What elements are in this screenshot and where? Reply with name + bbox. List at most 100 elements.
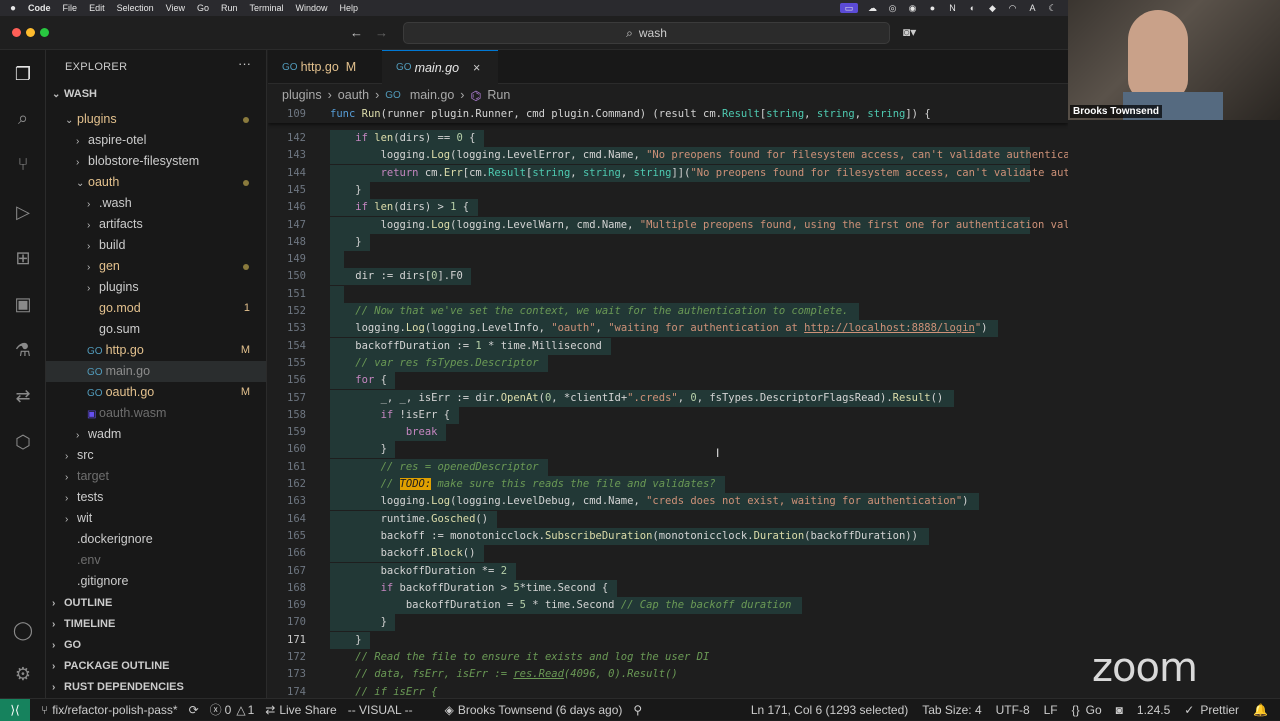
git-branch[interactable]: fix/refactor-polish-pass* bbox=[52, 703, 177, 717]
close-tab-icon[interactable]: × bbox=[473, 61, 480, 75]
copilot-icon[interactable]: ◙▾ bbox=[903, 25, 916, 39]
notifications-icon[interactable]: 🔔 bbox=[1253, 703, 1268, 717]
shield-icon[interactable]: ◉ bbox=[907, 3, 918, 13]
code-line: logging.Log(logging.LevelError, cmd.Name… bbox=[330, 149, 1068, 162]
tab-main-go[interactable]: GO main.go × bbox=[382, 50, 498, 84]
live-share-button[interactable]: Live Share bbox=[279, 703, 336, 717]
tree-item[interactable]: › gen bbox=[46, 256, 266, 277]
sidebar-section[interactable]: › PACKAGE OUTLINE bbox=[46, 656, 266, 677]
zoom-icon[interactable]: ⚲ bbox=[633, 703, 642, 717]
tree-item[interactable]: go.sum bbox=[46, 319, 266, 340]
tree-item[interactable]: › blobstore-filesystem bbox=[46, 151, 266, 172]
network-icon[interactable]: ◎ bbox=[887, 3, 898, 13]
language-mode[interactable]: Go bbox=[1086, 703, 1102, 717]
section-title: PACKAGE OUTLINE bbox=[64, 660, 170, 672]
tree-item[interactable]: GO http.go M bbox=[46, 340, 266, 361]
close-window-button[interactable] bbox=[12, 28, 21, 37]
run-debug-icon[interactable]: ▷ bbox=[11, 200, 35, 224]
tree-item[interactable]: ⌄ plugins bbox=[46, 109, 266, 130]
prettier-status[interactable]: Prettier bbox=[1200, 703, 1239, 717]
tree-item[interactable]: › artifacts bbox=[46, 214, 266, 235]
night-icon[interactable]: ☾ bbox=[1047, 3, 1058, 13]
wifi-icon[interactable]: ◠ bbox=[1007, 3, 1018, 13]
tab-size[interactable]: Tab Size: 4 bbox=[922, 703, 981, 717]
sidebar-section[interactable]: › TIMELINE bbox=[46, 614, 266, 635]
cursor-position[interactable]: Ln 171, Col 6 (1293 selected) bbox=[751, 703, 908, 717]
tree-item[interactable]: › aspire-otel bbox=[46, 130, 266, 151]
menu-view[interactable]: View bbox=[166, 3, 185, 13]
remote-indicator-icon[interactable]: ⟩⟨ bbox=[0, 698, 30, 721]
tree-item[interactable]: .env bbox=[46, 550, 266, 571]
tree-item[interactable]: › .wash bbox=[46, 193, 266, 214]
breadcrumb-item[interactable]: oauth bbox=[338, 88, 369, 102]
menu-file[interactable]: File bbox=[63, 3, 78, 13]
forward-arrow-icon[interactable]: → bbox=[375, 25, 388, 40]
tree-item[interactable]: .dockerignore bbox=[46, 529, 266, 550]
encoding[interactable]: UTF-8 bbox=[996, 703, 1030, 717]
tree-item[interactable]: go.mod 1 bbox=[46, 298, 266, 319]
menu-go[interactable]: Go bbox=[197, 3, 209, 13]
menu-selection[interactable]: Selection bbox=[117, 3, 154, 13]
go-version[interactable]: 1.24.5 bbox=[1137, 703, 1170, 717]
breadcrumb-item[interactable]: plugins bbox=[282, 88, 322, 102]
screen-share-icon[interactable]: ▭ bbox=[840, 3, 858, 13]
tree-item[interactable]: › tests bbox=[46, 487, 266, 508]
workspace-root[interactable]: ⌄ WASH bbox=[46, 84, 266, 105]
menu-run[interactable]: Run bbox=[221, 3, 238, 13]
tree-item[interactable]: ⌄ oauth bbox=[46, 172, 266, 193]
breadcrumb-item[interactable]: main.go bbox=[410, 88, 454, 102]
live-share-icon[interactable]: ⇄ bbox=[11, 384, 35, 408]
code-line: // if isErr { bbox=[355, 685, 438, 698]
maximize-window-button[interactable] bbox=[40, 28, 49, 37]
keyboard-icon[interactable]: A bbox=[1027, 3, 1038, 13]
copilot-status-icon[interactable]: ◙ bbox=[1116, 703, 1123, 717]
sidebar-section[interactable]: › RUST DEPENDENCIES bbox=[46, 677, 266, 698]
source-control-icon[interactable]: ⑂ bbox=[11, 152, 35, 176]
warning-count[interactable]: 1 bbox=[248, 703, 255, 717]
sidebar-section[interactable]: › OUTLINE bbox=[46, 593, 266, 614]
tree-item[interactable]: GO main.go bbox=[46, 361, 266, 382]
menu-terminal[interactable]: Terminal bbox=[250, 3, 284, 13]
menu-edit[interactable]: Edit bbox=[89, 3, 105, 13]
explorer-icon[interactable]: ❐ bbox=[11, 62, 35, 86]
tree-item[interactable]: GO oauth.go M bbox=[46, 382, 266, 403]
tree-item[interactable]: › wadm bbox=[46, 424, 266, 445]
error-count[interactable]: 0 bbox=[225, 703, 232, 717]
record-icon[interactable]: ● bbox=[927, 3, 938, 13]
containers-icon[interactable]: ⬡ bbox=[11, 430, 35, 454]
git-blame[interactable]: Brooks Townsend (6 days ago) bbox=[458, 703, 623, 717]
extension-icon[interactable]: ◆ bbox=[987, 3, 998, 13]
breadcrumb-item[interactable]: Run bbox=[487, 88, 510, 102]
code-editor[interactable]: 109 func Run(runner plugin.Runner, cmd p… bbox=[268, 106, 1068, 698]
minimize-window-button[interactable] bbox=[26, 28, 35, 37]
settings-gear-icon[interactable]: ⚙ bbox=[11, 662, 35, 686]
tab-http-go[interactable]: GO http.go M bbox=[268, 50, 382, 84]
notion-icon[interactable]: N bbox=[947, 3, 958, 13]
code-line: backoff.Block() bbox=[330, 547, 476, 560]
tree-item[interactable]: › target bbox=[46, 466, 266, 487]
testing-icon[interactable]: ⚗ bbox=[11, 338, 35, 362]
sticky-scroll[interactable]: 109 func Run(runner plugin.Runner, cmd p… bbox=[268, 106, 1068, 123]
extensions-icon[interactable]: ⊞ bbox=[11, 246, 35, 270]
tree-item[interactable]: › src bbox=[46, 445, 266, 466]
search-view-icon[interactable]: ⌕ bbox=[11, 106, 35, 130]
tree-item[interactable]: › plugins bbox=[46, 277, 266, 298]
tree-item[interactable]: ▣ oauth.wasm bbox=[46, 403, 266, 424]
remote-explorer-icon[interactable]: ▣ bbox=[11, 292, 35, 316]
more-actions-icon[interactable]: ··· bbox=[238, 56, 251, 71]
sync-icon[interactable]: ⟳ bbox=[189, 703, 199, 717]
cloud-icon[interactable]: ☁ bbox=[867, 3, 878, 13]
menu-app-name[interactable]: Code bbox=[28, 3, 51, 13]
status-icon[interactable]: ◐ bbox=[967, 3, 978, 13]
end-of-line[interactable]: LF bbox=[1044, 703, 1058, 717]
sidebar-section[interactable]: › GO bbox=[46, 635, 266, 656]
menu-window[interactable]: Window bbox=[296, 3, 328, 13]
menu-help[interactable]: Help bbox=[340, 3, 359, 13]
tree-item[interactable]: › wit bbox=[46, 508, 266, 529]
tree-item[interactable]: .gitignore bbox=[46, 571, 266, 592]
apple-icon[interactable]: ● bbox=[10, 3, 16, 14]
back-arrow-icon[interactable]: ← bbox=[350, 25, 363, 40]
account-icon[interactable]: ◯ bbox=[11, 618, 35, 642]
tree-item[interactable]: › build bbox=[46, 235, 266, 256]
command-center-search[interactable]: ⌕ wash bbox=[403, 22, 890, 44]
